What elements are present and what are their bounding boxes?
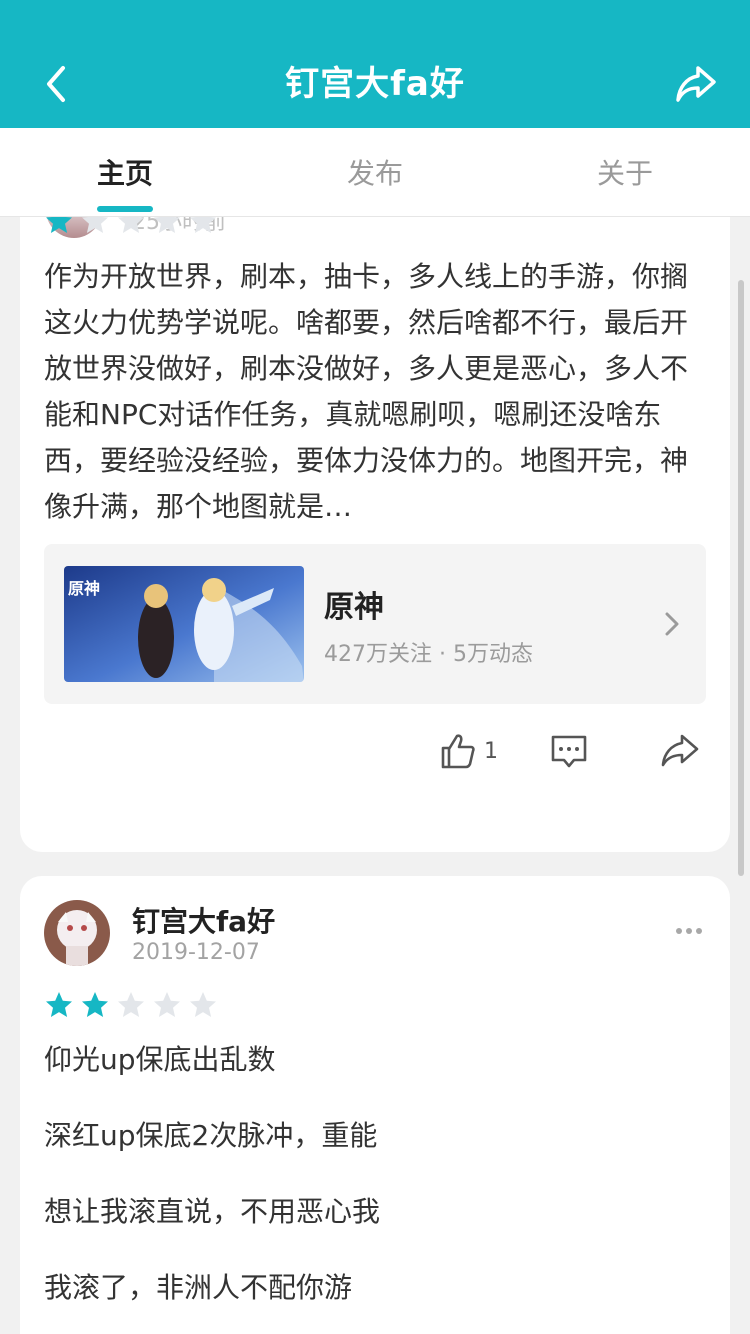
more-options-icon[interactable] [674,926,704,936]
comment-button[interactable] [550,734,588,774]
star-filled-icon [46,992,72,1017]
review-card[interactable]: 25小时前 作为开放世界，刷本，抽卡，多人线上的手游，你搁这火力优势学说呢。啥都… [20,216,730,852]
review-paragraph: 我滚了，非洲人不配你游 [44,1271,353,1304]
rating-stars [44,216,218,236]
game-link-card[interactable]: 原神 原神 427万关注 · 5万动态 [44,544,706,704]
star-empty-icon [118,992,144,1017]
tab-home[interactable]: 主页 [0,128,250,216]
like-count: 1 [484,738,498,764]
review-paragraph: 深红up保底2次脉冲，重能 [44,1119,378,1152]
page-title: 钉宫大fa好 [285,64,465,104]
comment-icon [551,735,587,768]
author-name[interactable]: 钉宫大fa好 [132,900,275,940]
thumbs-up-icon [441,734,475,769]
like-button[interactable]: 1 [440,732,498,770]
share-icon [676,66,716,102]
top-bar: 钉宫大fa好 [0,0,750,128]
game-logo-text: 原神 [68,579,100,598]
star-empty-icon [82,216,108,233]
review-card[interactable]: 钉宫大fa好 2019-12-07 仰光up保底出乱数 深红up保底2次脉冲，重… [20,876,730,1334]
share-icon [661,734,699,767]
action-bar: 1 [20,732,730,782]
feed-list[interactable]: 25小时前 作为开放世界，刷本，抽卡，多人线上的手游，你搁这火力优势学说呢。啥都… [0,216,750,1334]
post-date: 2019-12-07 [132,940,260,965]
game-thumbnail: 原神 [64,566,304,682]
star-filled-icon [82,992,108,1017]
game-name: 原神 [324,590,384,625]
avatar[interactable] [44,900,110,966]
chevron-right-icon [665,612,679,636]
review-paragraph: 想让我滚直说，不用恶心我 [44,1195,381,1228]
scrollbar[interactable] [738,280,744,876]
tab-posts[interactable]: 发布 [250,128,500,216]
app-screen: 钉宫大fa好 主页 发布 关于 25小时前 作为开放世界，刷本，抽卡，多人线上的… [0,0,750,1334]
star-filled-icon [46,216,72,233]
review-text[interactable]: 作为开放世界，刷本，抽卡，多人线上的手游，你搁这火力优势学说呢。啥都要，然后啥都… [44,254,704,530]
rating-stars [44,990,218,1020]
star-empty-icon [154,992,180,1017]
active-tab-indicator [97,206,153,212]
star-empty-icon [118,216,144,233]
tab-bar: 主页 发布 关于 [0,128,750,217]
share-review-button[interactable] [660,732,700,772]
star-empty-icon [190,992,216,1017]
star-empty-icon [154,216,180,233]
share-button[interactable] [672,60,720,108]
star-empty-icon [190,216,216,233]
tab-about[interactable]: 关于 [500,128,750,216]
game-stats: 427万关注 · 5万动态 [324,642,533,667]
review-paragraph: 仰光up保底出乱数 [44,1043,276,1076]
